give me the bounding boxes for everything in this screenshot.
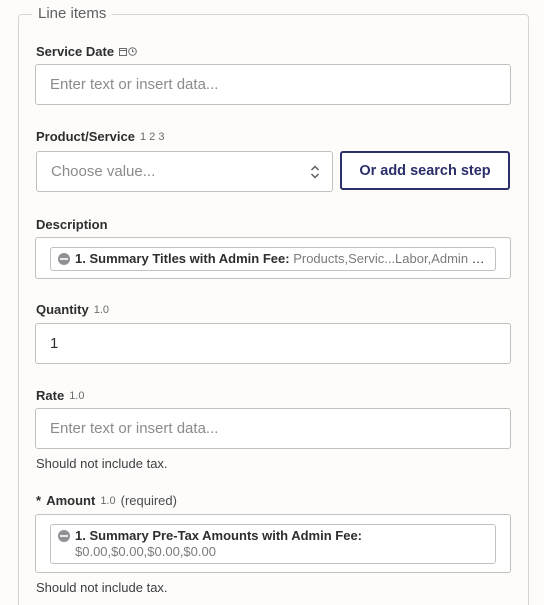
app-icon (58, 253, 70, 265)
amount-label: * Amount 1.0 (required) (36, 493, 177, 508)
quantity-type-hint: 1.0 (93, 303, 110, 316)
rate-label: Rate 1.0 (36, 388, 85, 403)
rate-help-text: Should not include tax. (36, 456, 168, 471)
rate-type-hint: 1.0 (69, 389, 85, 402)
calendar-icon (119, 48, 128, 56)
quantity-label: Quantity 1.0 (36, 302, 110, 317)
amount-help-text: Should not include tax. (36, 580, 168, 595)
amount-type-hint: 1.0 (100, 494, 116, 507)
product-service-type-hint: 1 2 3 (140, 130, 165, 143)
app-icon (58, 530, 70, 542)
quantity-input[interactable]: 1 (35, 323, 511, 364)
product-service-label: Product/Service 1 2 3 (36, 129, 165, 144)
amount-input[interactable]: 1. Summary Pre-Tax Amounts with Admin Fe… (35, 514, 511, 573)
service-date-label: Service Date (36, 44, 137, 59)
product-service-select[interactable]: Choose value... (36, 151, 333, 192)
description-input[interactable]: 1. Summary Titles with Admin Fee: Produc… (35, 237, 511, 279)
chevron-up-down-icon (310, 164, 320, 180)
description-label: Description (36, 217, 108, 232)
service-date-input[interactable]: Enter text or insert data... (35, 64, 511, 105)
rate-input[interactable]: Enter text or insert data... (35, 408, 511, 449)
amount-required-text: (required) (120, 493, 177, 508)
description-data-pill[interactable]: 1. Summary Titles with Admin Fee: Produc… (50, 247, 496, 271)
required-marker: * (36, 493, 42, 508)
amount-data-pill[interactable]: 1. Summary Pre-Tax Amounts with Admin Fe… (50, 524, 496, 564)
clock-icon (128, 47, 137, 56)
add-search-step-button[interactable]: Or add search step (340, 151, 510, 190)
line-items-legend: Line items (32, 5, 113, 22)
